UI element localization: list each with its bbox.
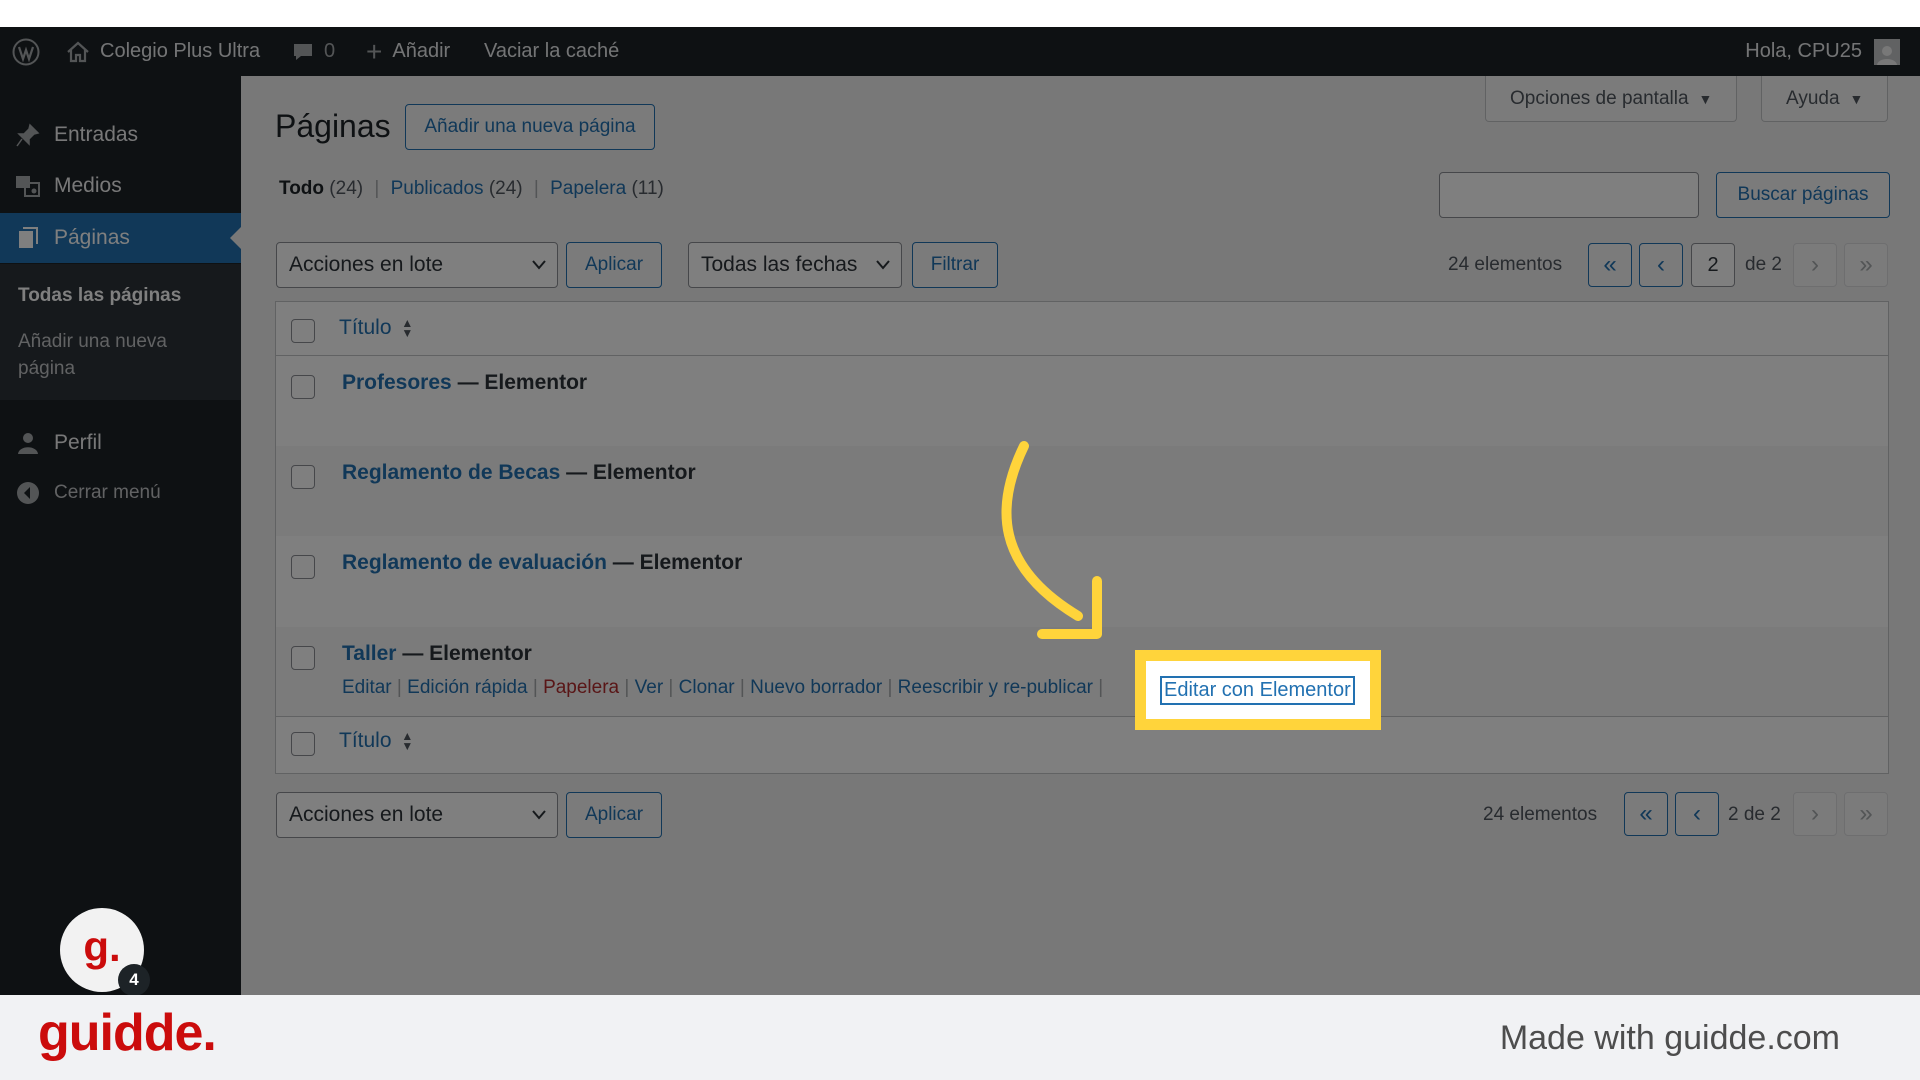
guidde-footer: guidde. Made with guidde.com bbox=[0, 995, 1920, 1080]
edit-with-elementor-link[interactable]: Editar con Elementor bbox=[1160, 676, 1355, 705]
notification-badge: 4 bbox=[118, 964, 150, 996]
guidde-avatar-letter: g. bbox=[83, 923, 121, 970]
guide-arrow-icon bbox=[1001, 441, 1102, 639]
guidde-logo: guidde. bbox=[38, 1004, 217, 1062]
guidde-widget[interactable]: g. 4 bbox=[60, 908, 150, 996]
dim-overlay bbox=[0, 27, 1920, 995]
made-with-text: Made with guidde.com bbox=[1499, 1019, 1840, 1057]
